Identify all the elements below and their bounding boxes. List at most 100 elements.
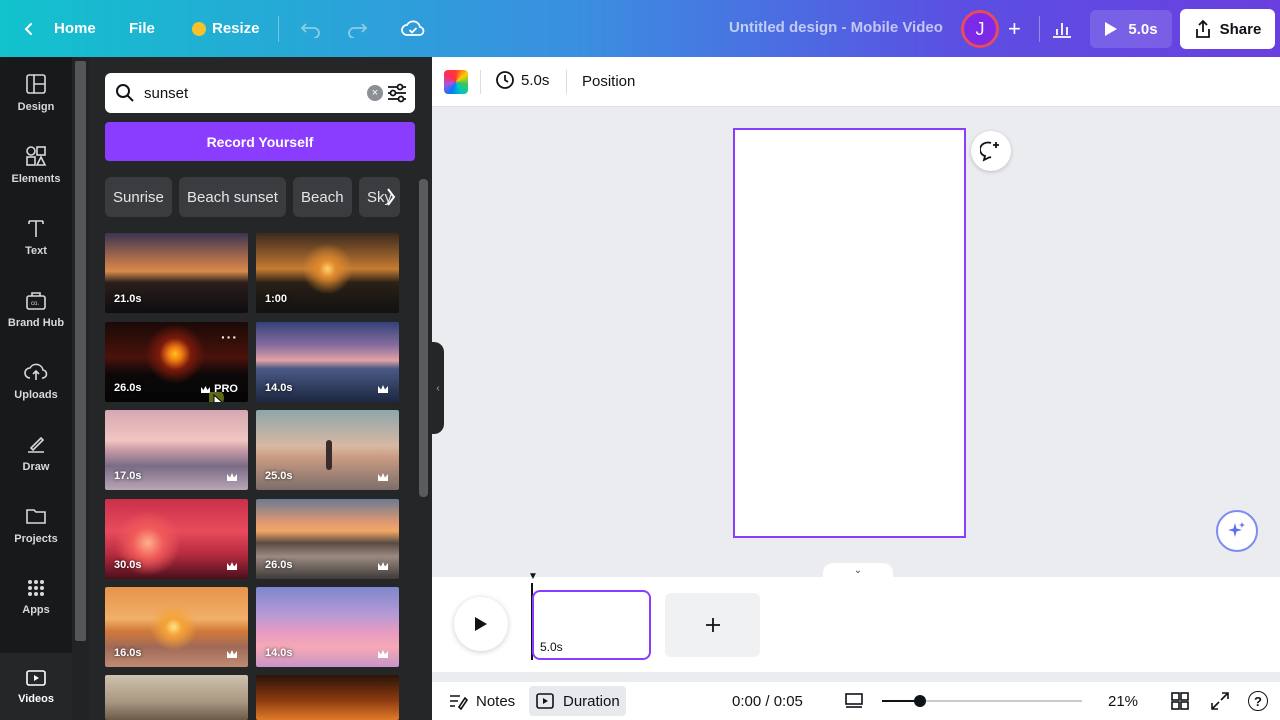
cloud-save-button[interactable] <box>393 10 433 47</box>
file-menu-button[interactable]: File <box>121 10 163 47</box>
collapse-panel-button[interactable]: ‹ <box>432 342 444 434</box>
chevron-right-icon[interactable] <box>385 186 397 208</box>
search-input[interactable] <box>144 81 344 105</box>
record-yourself-button[interactable]: Record Yourself <box>105 122 415 161</box>
scrollbar-thumb[interactable] <box>419 179 428 497</box>
rail-item-draw[interactable]: Draw <box>0 421 72 485</box>
video-duration-icon <box>536 693 554 709</box>
insights-button[interactable] <box>1043 10 1081 47</box>
clear-search-button[interactable]: × <box>367 85 383 101</box>
rail-item-apps[interactable]: Apps <box>0 565 72 629</box>
add-collaborator-button[interactable]: + <box>1000 10 1029 47</box>
notes-label: Notes <box>476 692 516 710</box>
rail-label: Brand Hub <box>7 317 65 329</box>
video-thumbnail[interactable]: 14.0s <box>256 587 399 667</box>
cloud-check-icon <box>401 20 425 36</box>
filter-sliders-icon[interactable] <box>386 82 408 104</box>
crown-icon <box>227 562 237 570</box>
video-thumbnail[interactable]: 21.0s <box>105 233 248 313</box>
suggestion-chips: Sunrise Beach sunset Beach Sky <box>105 177 402 217</box>
video-thumbnail[interactable] <box>256 675 399 720</box>
videos-panel: × Record Yourself Sunrise Beach sunset B… <box>89 57 432 720</box>
crown-icon <box>378 650 388 658</box>
help-button[interactable]: ? <box>1242 686 1274 716</box>
rail-item-design[interactable]: Design <box>0 61 72 125</box>
video-thumbnail[interactable]: ··· 26.0s PRO <box>105 322 248 402</box>
zoom-percent[interactable]: 21% <box>1102 686 1144 716</box>
video-icon <box>26 669 46 686</box>
rail-item-projects[interactable]: Projects <box>0 493 72 557</box>
scrollbar-thumb[interactable] <box>75 61 86 641</box>
expand-icon <box>1211 692 1229 710</box>
divider <box>278 16 279 42</box>
design-page[interactable] <box>733 128 966 538</box>
home-label: Home <box>54 20 96 37</box>
video-thumbnail[interactable]: 26.0s <box>256 499 399 579</box>
page-view-button[interactable] <box>838 686 870 716</box>
redo-icon <box>348 22 368 38</box>
position-button[interactable]: Position <box>582 73 635 90</box>
video-thumbnail[interactable]: 16.0s <box>105 587 248 667</box>
rail-scrollbar[interactable] <box>72 57 89 720</box>
video-thumbnail[interactable]: 14.0s <box>256 322 399 402</box>
undo-button[interactable] <box>292 10 330 47</box>
background-color-button[interactable] <box>444 70 468 94</box>
panel-scrollbar[interactable] <box>415 167 432 720</box>
canvas-vertical-scrollbar[interactable] <box>1268 107 1280 557</box>
rail-item-videos[interactable]: Videos <box>0 653 72 720</box>
duration-toggle-button[interactable]: Duration <box>529 686 626 716</box>
redo-button[interactable] <box>338 10 376 47</box>
add-page-button[interactable] <box>665 593 760 657</box>
notes-button[interactable]: Notes <box>442 686 521 716</box>
chip-sunrise[interactable]: Sunrise <box>105 177 172 217</box>
duration-value: 5.0s <box>521 71 550 89</box>
present-play-button[interactable]: 5.0s <box>1090 10 1172 48</box>
fullscreen-button[interactable] <box>1204 686 1236 716</box>
grid-view-button[interactable] <box>1164 686 1196 716</box>
chip-beach[interactable]: Beach <box>293 177 352 217</box>
video-thumbnail[interactable]: 17.0s <box>105 410 248 490</box>
video-duration: 16.0s <box>114 647 142 659</box>
rail-label: Design <box>17 101 55 113</box>
apps-grid-icon <box>28 580 44 596</box>
share-button[interactable]: Share <box>1180 9 1275 49</box>
more-options-icon[interactable]: ··· <box>221 329 238 345</box>
elements-icon <box>26 146 47 166</box>
time-readout: 0:00 / 0:05 <box>732 692 803 710</box>
video-thumbnail[interactable]: 1:00 <box>256 233 399 313</box>
video-thumbnail[interactable] <box>105 675 248 720</box>
help-icon: ? <box>1248 691 1268 711</box>
notes-icon <box>450 695 468 710</box>
timeline-play-button[interactable] <box>454 597 508 651</box>
divider <box>480 70 481 94</box>
rail-item-uploads[interactable]: Uploads <box>0 349 72 413</box>
chip-beach-sunset[interactable]: Beach sunset <box>179 177 286 217</box>
divider <box>566 70 567 94</box>
home-button[interactable]: Home <box>14 10 104 47</box>
rail-item-text[interactable]: Text <box>0 205 72 269</box>
brand-hub-icon: co. <box>26 292 46 310</box>
avatar[interactable]: J <box>961 10 999 48</box>
add-comment-button[interactable] <box>971 131 1011 171</box>
silhouette <box>326 440 332 470</box>
play-duration: 5.0s <box>1128 20 1158 38</box>
duration-button[interactable]: 5.0s <box>495 70 549 90</box>
toggle-timeline-button[interactable]: ⌄ <box>823 563 893 577</box>
rail-item-elements[interactable]: Elements <box>0 133 72 197</box>
timeline-clip[interactable]: 5.0s <box>532 590 651 660</box>
magic-assistant-button[interactable] <box>1216 510 1258 552</box>
upload-cloud-icon <box>24 363 48 380</box>
rail-item-brand-hub[interactable]: co. Brand Hub <box>0 277 72 341</box>
video-duration: 21.0s <box>114 293 142 305</box>
comment-plus-icon <box>980 141 999 162</box>
video-thumbnail[interactable]: 25.0s <box>256 410 399 490</box>
resize-button[interactable]: Resize <box>184 10 268 47</box>
undo-icon <box>300 22 320 38</box>
zoom-slider[interactable] <box>882 700 1082 702</box>
plus-icon: + <box>1008 15 1021 41</box>
document-title[interactable]: Untitled design - Mobile Video <box>729 19 943 36</box>
rail-label: Text <box>25 245 47 257</box>
zoom-slider-handle[interactable] <box>914 695 926 707</box>
video-thumbnail[interactable]: 30.0s <box>105 499 248 579</box>
playhead-marker[interactable]: ▼ <box>528 571 538 582</box>
